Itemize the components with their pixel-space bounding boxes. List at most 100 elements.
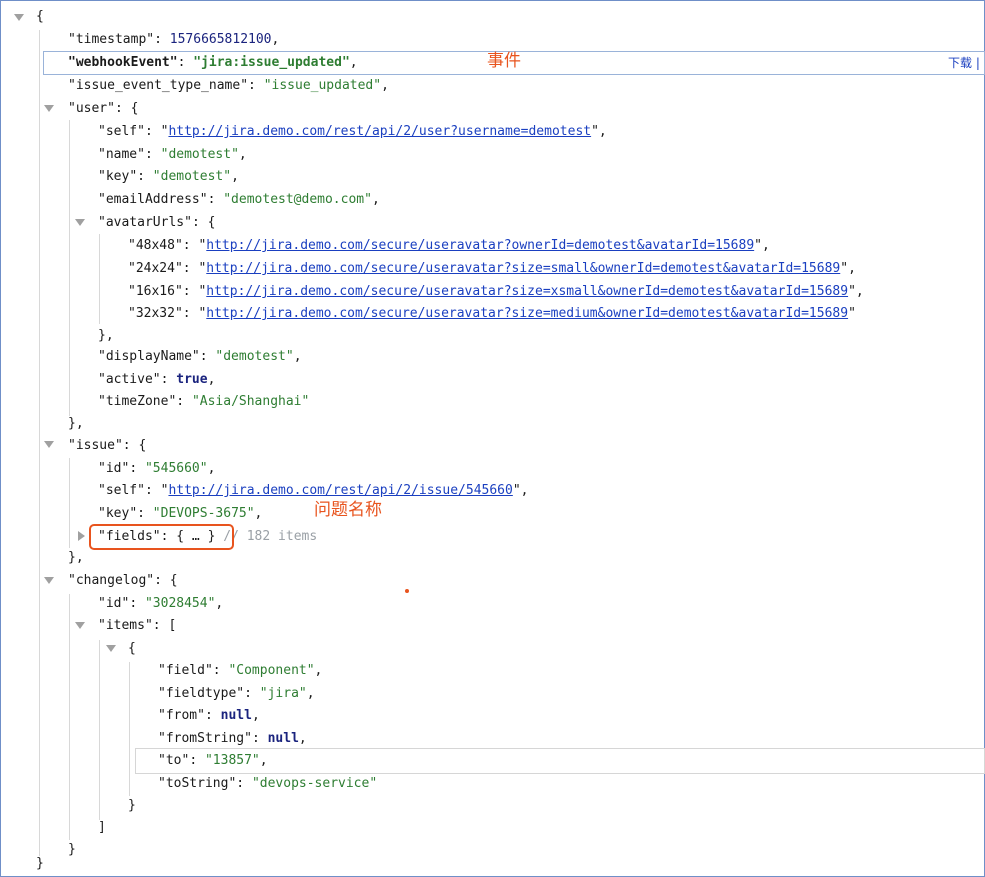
key-item-to: to [165,753,182,768]
key-issue: issue [75,438,115,453]
row-issue-event-type-name[interactable]: "issue_event_type_name": "issue_updated"… [68,75,389,97]
annotation-dot [405,589,409,593]
key-avatar-32: 32x32 [135,306,175,321]
key-item-tostring: toString [165,776,229,791]
link-avatar-24[interactable]: http://jira.demo.com/secure/useravatar?s… [206,261,840,276]
row-item-fieldtype[interactable]: "fieldtype": "jira", [158,683,315,705]
key-issue-self: self [105,483,138,498]
row-user[interactable]: "user": { [68,98,138,120]
root-open-brace: { [36,9,44,24]
key-user-active: active [105,372,153,387]
collapse-toggle-items[interactable] [75,622,85,629]
value-user-name: "demotest" [160,147,239,162]
value-user-timezone: "Asia/Shanghai" [191,394,310,409]
annotation-event: 事件 [487,51,521,71]
row-avatar-16[interactable]: "16x16": "http://jira.demo.com/secure/us… [128,281,864,303]
link-avatar-32[interactable]: http://jira.demo.com/secure/useravatar?s… [206,306,848,321]
collapse-toggle-item-0[interactable] [106,645,116,652]
key-issue-event-type-name: issue_event_type_name [75,78,241,93]
user-close: }, [68,416,84,431]
key-user-key: key [105,169,130,184]
row-issue[interactable]: "issue": { [68,435,146,457]
row-user-key[interactable]: "key": "demotest", [98,166,239,188]
value-item-field: "Component" [228,663,315,678]
key-avatar-48: 48x48 [135,238,175,253]
row-changelog-id[interactable]: "id": "3028454", [98,593,223,615]
row-webhookevent[interactable]: "webhookEvent": "jira:issue_updated", [68,52,358,74]
value-issue-id: "545660" [144,461,208,476]
key-item-from: from [165,708,198,723]
row-avatar-24[interactable]: "24x24": "http://jira.demo.com/secure/us… [128,258,856,280]
row-item-to[interactable]: "to": "13857", [158,750,268,772]
indent-guide-item-0 [129,662,130,796]
item-0-close-brace: } [128,798,136,813]
changelog-close-brace: } [68,842,76,857]
row-issue-key[interactable]: "key": "DEVOPS-3675", [98,503,262,525]
key-issue-key: key [105,506,130,521]
root-close-brace: } [36,856,44,871]
key-webhookevent: webhookEvent [75,55,170,70]
key-user-displayname: displayName [105,349,192,364]
key-item-fieldtype: fieldtype [165,686,237,701]
download-link[interactable]: 下载 | [948,54,980,71]
link-avatar-16[interactable]: http://jira.demo.com/secure/useravatar?s… [206,284,848,299]
row-user-name[interactable]: "name": "demotest", [98,144,247,166]
row-avatar-32[interactable]: "32x32": "http://jira.demo.com/secure/us… [128,303,856,325]
key-user-self: self [105,124,138,139]
value-user-displayname: "demotest" [215,349,294,364]
row-avatarurls[interactable]: "avatarUrls": { [98,212,215,234]
indent-guide-avatarurls [99,234,100,324]
link-user-self[interactable]: http://jira.demo.com/rest/api/2/user?use… [168,124,591,139]
indent-guide-changelog [69,594,70,840]
value-item-to: "13857" [204,753,260,768]
row-item-field[interactable]: "field": "Component", [158,660,322,682]
collapse-toggle-issue[interactable] [44,441,54,448]
row-item-from[interactable]: "from": null, [158,705,260,727]
value-item-fieldtype: "jira" [259,686,307,701]
row-item-tostring[interactable]: "toString": "devops-service" [158,773,377,795]
key-avatar-24: 24x24 [135,261,175,276]
indent-guide-user [69,120,70,416]
key-timestamp: timestamp [75,32,147,47]
row-changelog[interactable]: "changelog": { [68,570,178,592]
collapse-toggle-changelog[interactable] [44,577,54,584]
value-timestamp: 1576665812100 [169,32,272,47]
link-avatar-48[interactable]: http://jira.demo.com/secure/useravatar?o… [206,238,754,253]
indent-guide-items [99,640,100,820]
value-item-from: null [220,708,252,723]
row-user-timezone[interactable]: "timeZone": "Asia/Shanghai" [98,391,309,413]
annotation-issue-name: 问题名称 [314,500,382,520]
collapse-toggle-root[interactable] [14,14,24,21]
expand-toggle-fields[interactable] [78,531,85,541]
annotation-highlight-box [89,524,234,550]
item-0-open-brace: { [128,641,136,656]
row-item-fromstring[interactable]: "fromString": null, [158,728,307,750]
value-item-fromstring: null [267,731,299,746]
row-user-displayname[interactable]: "displayName": "demotest", [98,346,302,368]
collapse-toggle-user[interactable] [44,105,54,112]
key-avatarurls: avatarUrls [105,215,185,230]
row-user-active[interactable]: "active": true, [98,369,215,391]
row-user-self[interactable]: "self": "http://jira.demo.com/rest/api/2… [98,121,607,143]
items-close-bracket: ] [98,820,106,835]
row-avatar-48[interactable]: "48x48": "http://jira.demo.com/secure/us… [128,235,770,257]
value-item-tostring: "devops-service" [251,776,378,791]
row-timestamp[interactable]: "timestamp": 1576665812100, [68,29,279,51]
value-user-email: "demotest@demo.com" [223,192,372,207]
key-avatar-16: 16x16 [135,284,175,299]
value-user-key: "demotest" [152,169,232,184]
key-changelog: changelog [75,573,147,588]
value-issue-event-type-name: "issue_updated" [263,78,382,93]
collapse-toggle-avatarurls[interactable] [75,219,85,226]
value-webhookevent: "jira:issue_updated" [193,55,350,70]
key-user: user [75,101,108,116]
value-issue-key: "DEVOPS-3675" [152,506,255,521]
row-user-email[interactable]: "emailAddress": "demotest@demo.com", [98,189,380,211]
key-issue-id: id [105,461,122,476]
indent-guide-root [39,30,40,856]
key-user-name: name [105,147,138,162]
key-changelog-id: id [105,596,122,611]
row-changelog-items[interactable]: "items": [ [98,615,176,637]
row-issue-id[interactable]: "id": "545660", [98,458,215,480]
value-user-active: true [176,372,208,387]
